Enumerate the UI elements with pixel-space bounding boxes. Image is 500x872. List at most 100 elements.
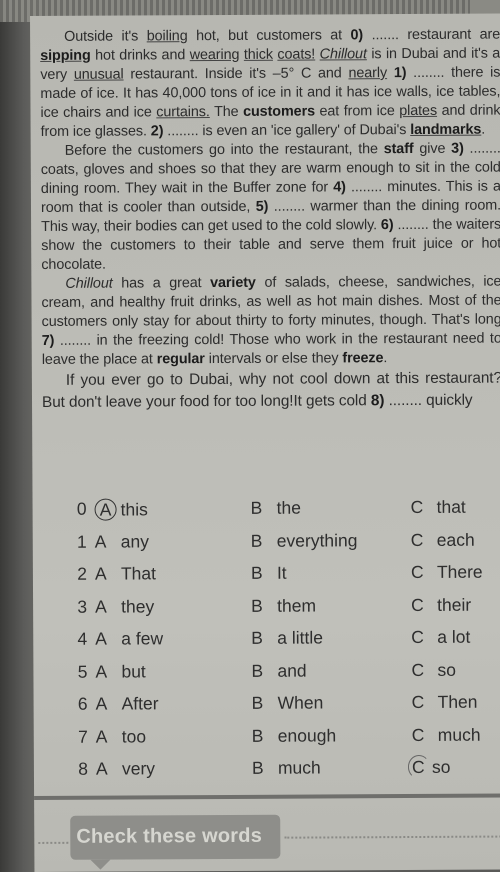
- option-letter: B: [251, 757, 264, 778]
- dotted-line: [284, 835, 500, 839]
- option-text: After: [121, 693, 159, 714]
- option-row-1: 1 Aany Beverything Ceach: [61, 529, 500, 564]
- option-letter: B: [250, 497, 263, 518]
- option-b[interactable]: B When: [252, 692, 324, 713]
- text: eat from ice: [314, 103, 400, 120]
- gap-6: 6): [380, 217, 394, 234]
- option-row-5: 5 Abut Band Cso: [61, 659, 500, 694]
- option-a[interactable]: Aany: [95, 531, 149, 552]
- text: ........ quickly: [384, 391, 473, 410]
- question-number: 3: [77, 596, 88, 617]
- option-a[interactable]: Abut: [95, 661, 145, 682]
- gap-8: 8): [370, 392, 385, 410]
- option-letter: A: [95, 628, 108, 649]
- word-sipping: sipping: [40, 47, 91, 64]
- option-b[interactable]: Benough: [252, 725, 337, 746]
- gap-4: 4): [333, 179, 346, 196]
- word-wearing: wearing: [189, 46, 240, 64]
- text: .: [481, 121, 486, 138]
- option-text: Then: [437, 691, 478, 712]
- option-text: the: [276, 497, 301, 518]
- option-c[interactable]: Ctheir: [411, 594, 471, 615]
- word-unusual: unusual: [73, 66, 124, 83]
- option-text: very: [121, 758, 156, 779]
- option-row-6: 6 A After B When C Then: [62, 692, 500, 727]
- option-letter: A: [95, 726, 108, 747]
- check-these-words-banner: Check these words: [70, 814, 281, 860]
- option-text: so: [437, 659, 456, 680]
- option-text: this: [120, 499, 148, 520]
- paragraph-4: If you ever go to Dubai, why not cool do…: [42, 368, 500, 414]
- option-text: It: [276, 562, 287, 583]
- option-c[interactable]: Ca lot: [411, 627, 470, 648]
- word-variety: variety: [210, 274, 256, 292]
- option-a[interactable]: Atoo: [96, 726, 146, 747]
- section-title: Check these words: [76, 824, 263, 848]
- option-a[interactable]: Aa few: [95, 628, 163, 649]
- option-c[interactable]: Cthat: [411, 497, 466, 518]
- option-letter: C: [411, 691, 425, 713]
- text: Before the customers go into the restaur…: [64, 141, 384, 159]
- text: ....... restaurant are: [363, 26, 500, 44]
- option-b[interactable]: B It: [251, 563, 287, 584]
- text: has a great: [112, 275, 211, 292]
- word-plates: plates: [399, 102, 438, 120]
- gap-3: 3): [451, 140, 464, 157]
- question-number: 2: [77, 563, 87, 584]
- word-customers: customers: [243, 103, 315, 120]
- word-coats: coats!: [277, 46, 316, 63]
- option-c[interactable]: Ceach: [411, 529, 475, 550]
- option-a[interactable]: A That: [95, 563, 156, 584]
- option-a[interactable]: Athey: [95, 596, 154, 617]
- option-letter: B: [251, 725, 264, 746]
- option-b[interactable]: Bthe: [251, 498, 301, 519]
- question-number: 0: [76, 498, 87, 519]
- option-c[interactable]: Cso: [411, 659, 456, 680]
- word-chillout: Chillout: [319, 46, 367, 63]
- option-text: enough: [277, 724, 337, 746]
- option-c[interactable]: Cso: [412, 757, 451, 778]
- option-text: they: [121, 595, 155, 617]
- option-letter: A: [95, 596, 107, 617]
- question-number: 1: [76, 531, 87, 552]
- option-text: too: [121, 725, 147, 747]
- option-text: and: [277, 660, 307, 681]
- option-letter: A: [95, 693, 108, 714]
- option-letter: B: [251, 692, 264, 713]
- option-letter: B: [251, 627, 263, 648]
- circled-option-letter: C: [412, 757, 432, 778]
- question-number: 4: [77, 628, 88, 649]
- reading-passage: Outside it's boiling hot, but customers …: [40, 26, 500, 414]
- option-b[interactable]: Bthem: [251, 595, 316, 616]
- word-boiling: boiling: [146, 28, 188, 45]
- paragraph-1: Outside it's boiling hot, but customers …: [40, 26, 500, 142]
- option-row-4: 4Aa few Ba little Ca lot: [61, 627, 500, 662]
- option-letter: B: [250, 562, 263, 583]
- option-b[interactable]: Band: [251, 660, 306, 681]
- option-text: their: [437, 594, 472, 615]
- text: ........ is even an 'ice gallery' of Dub…: [163, 122, 411, 140]
- option-a[interactable]: Athis: [94, 498, 148, 521]
- option-row-0: 0 Athis Bthe Cthat: [61, 497, 500, 532]
- option-b[interactable]: Bmuch: [252, 757, 321, 778]
- option-c[interactable]: C Then: [412, 692, 478, 713]
- option-text: so: [431, 756, 451, 777]
- option-text: a few: [121, 628, 164, 649]
- option-text: everything: [276, 529, 358, 551]
- option-c[interactable]: Cmuch: [412, 724, 481, 745]
- question-number: 8: [78, 758, 88, 779]
- textbook-page: Outside it's boiling hot, but customers …: [30, 13, 500, 872]
- option-a[interactable]: Avery: [96, 758, 155, 779]
- option-b[interactable]: Ba little: [251, 627, 323, 648]
- option-a[interactable]: A After: [96, 693, 159, 714]
- option-letter: C: [411, 594, 424, 615]
- word-nearly: nearly: [348, 65, 388, 82]
- option-b[interactable]: Beverything: [251, 530, 358, 552]
- option-letter: A: [94, 563, 107, 584]
- word-chillout: Chillout: [65, 275, 113, 292]
- section-divider: [34, 793, 500, 800]
- option-c[interactable]: C There: [411, 562, 483, 583]
- text: intervals or else they: [204, 350, 343, 368]
- gap-0: 0): [350, 27, 364, 44]
- word-landmarks: landmarks: [410, 121, 482, 139]
